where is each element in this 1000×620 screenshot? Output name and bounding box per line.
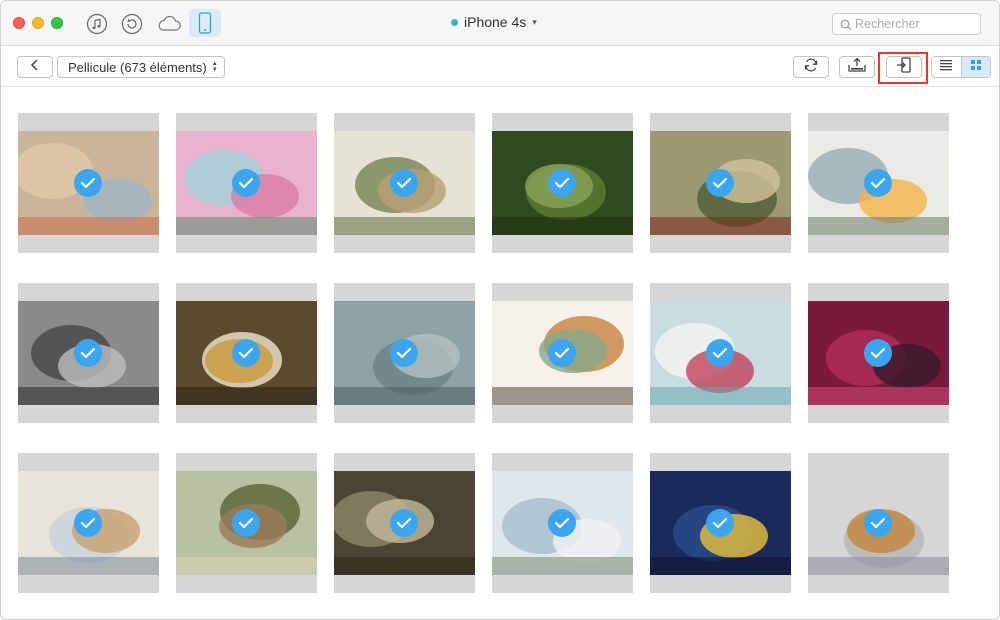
view-mode-toggle	[931, 56, 991, 78]
close-window-button[interactable]	[13, 17, 25, 29]
photo-tile[interactable]	[18, 453, 159, 593]
photo-tile[interactable]	[492, 283, 633, 423]
search-field[interactable]	[832, 13, 981, 35]
search-icon	[840, 18, 852, 36]
up-down-arrows-icon: ▲ ▼	[211, 61, 218, 73]
checkmark-icon[interactable]	[548, 339, 576, 367]
back-button[interactable]	[17, 56, 53, 78]
grid-view-icon	[970, 58, 982, 76]
photo-tile[interactable]	[808, 453, 949, 593]
checkmark-icon[interactable]	[74, 339, 102, 367]
photo-tile[interactable]	[808, 113, 949, 253]
checkmark-icon[interactable]	[706, 509, 734, 537]
photo-tile[interactable]	[176, 453, 317, 593]
checkmark-icon[interactable]	[390, 509, 418, 537]
checkmark-icon[interactable]	[232, 509, 260, 537]
album-label: Pellicule (673 éléments)	[68, 59, 207, 75]
back-icon	[30, 58, 40, 76]
photo-tile[interactable]	[650, 283, 791, 423]
photo-tile[interactable]	[176, 283, 317, 423]
checkmark-icon[interactable]	[864, 339, 892, 367]
checkmark-icon[interactable]	[232, 339, 260, 367]
checkmark-icon[interactable]	[390, 339, 418, 367]
checkmark-icon[interactable]	[74, 509, 102, 537]
checkmark-icon[interactable]	[706, 169, 734, 197]
device-name: iPhone 4s	[464, 14, 527, 30]
maximize-window-button[interactable]	[51, 17, 63, 29]
checkmark-icon[interactable]	[548, 169, 576, 197]
cloud-icon[interactable]	[154, 11, 184, 37]
app-window: iPhone 4s ▾ Pellicule (673 éléments) ▲▼	[0, 0, 1000, 620]
photo-grid	[1, 87, 999, 619]
import-to-device-button[interactable]	[886, 56, 922, 78]
checkmark-icon[interactable]	[864, 509, 892, 537]
photo-tile[interactable]	[334, 453, 475, 593]
restore-icon[interactable]	[119, 11, 145, 37]
refresh-button[interactable]	[793, 56, 829, 78]
export-to-computer-button[interactable]	[839, 56, 875, 78]
photo-tile[interactable]	[18, 113, 159, 253]
list-view-icon	[939, 58, 953, 76]
chevron-down-icon: ▾	[532, 16, 537, 27]
photo-tile[interactable]	[334, 283, 475, 423]
photo-tile[interactable]	[492, 453, 633, 593]
checkmark-icon[interactable]	[74, 169, 102, 197]
list-view-button[interactable]	[932, 57, 961, 77]
search-input[interactable]	[855, 17, 975, 31]
checkmark-icon[interactable]	[864, 169, 892, 197]
photo-tile[interactable]	[650, 113, 791, 253]
photo-tile[interactable]	[808, 283, 949, 423]
photo-tile[interactable]	[650, 453, 791, 593]
album-selector[interactable]: Pellicule (673 éléments) ▲ ▼	[57, 56, 225, 78]
checkmark-icon[interactable]	[548, 509, 576, 537]
checkmark-icon[interactable]	[390, 169, 418, 197]
refresh-icon	[803, 57, 819, 78]
minimize-window-button[interactable]	[32, 17, 44, 29]
device-status-dot	[451, 18, 458, 26]
phone-icon[interactable]	[189, 9, 221, 37]
export-to-computer-icon	[847, 57, 867, 78]
device-selector[interactable]: iPhone 4s ▾	[451, 14, 537, 30]
photo-tile[interactable]	[334, 113, 475, 253]
photo-tile[interactable]	[492, 113, 633, 253]
checkmark-icon[interactable]	[706, 339, 734, 367]
checkmark-icon[interactable]	[232, 169, 260, 197]
toolbar: Pellicule (673 éléments) ▲ ▼	[1, 47, 999, 87]
grid-view-button[interactable]	[960, 57, 990, 77]
import-to-device-icon	[896, 56, 912, 78]
photo-tile[interactable]	[176, 113, 317, 253]
title-bar: iPhone 4s ▾	[1, 1, 999, 46]
photo-tile[interactable]	[18, 283, 159, 423]
music-icon[interactable]	[84, 11, 110, 37]
